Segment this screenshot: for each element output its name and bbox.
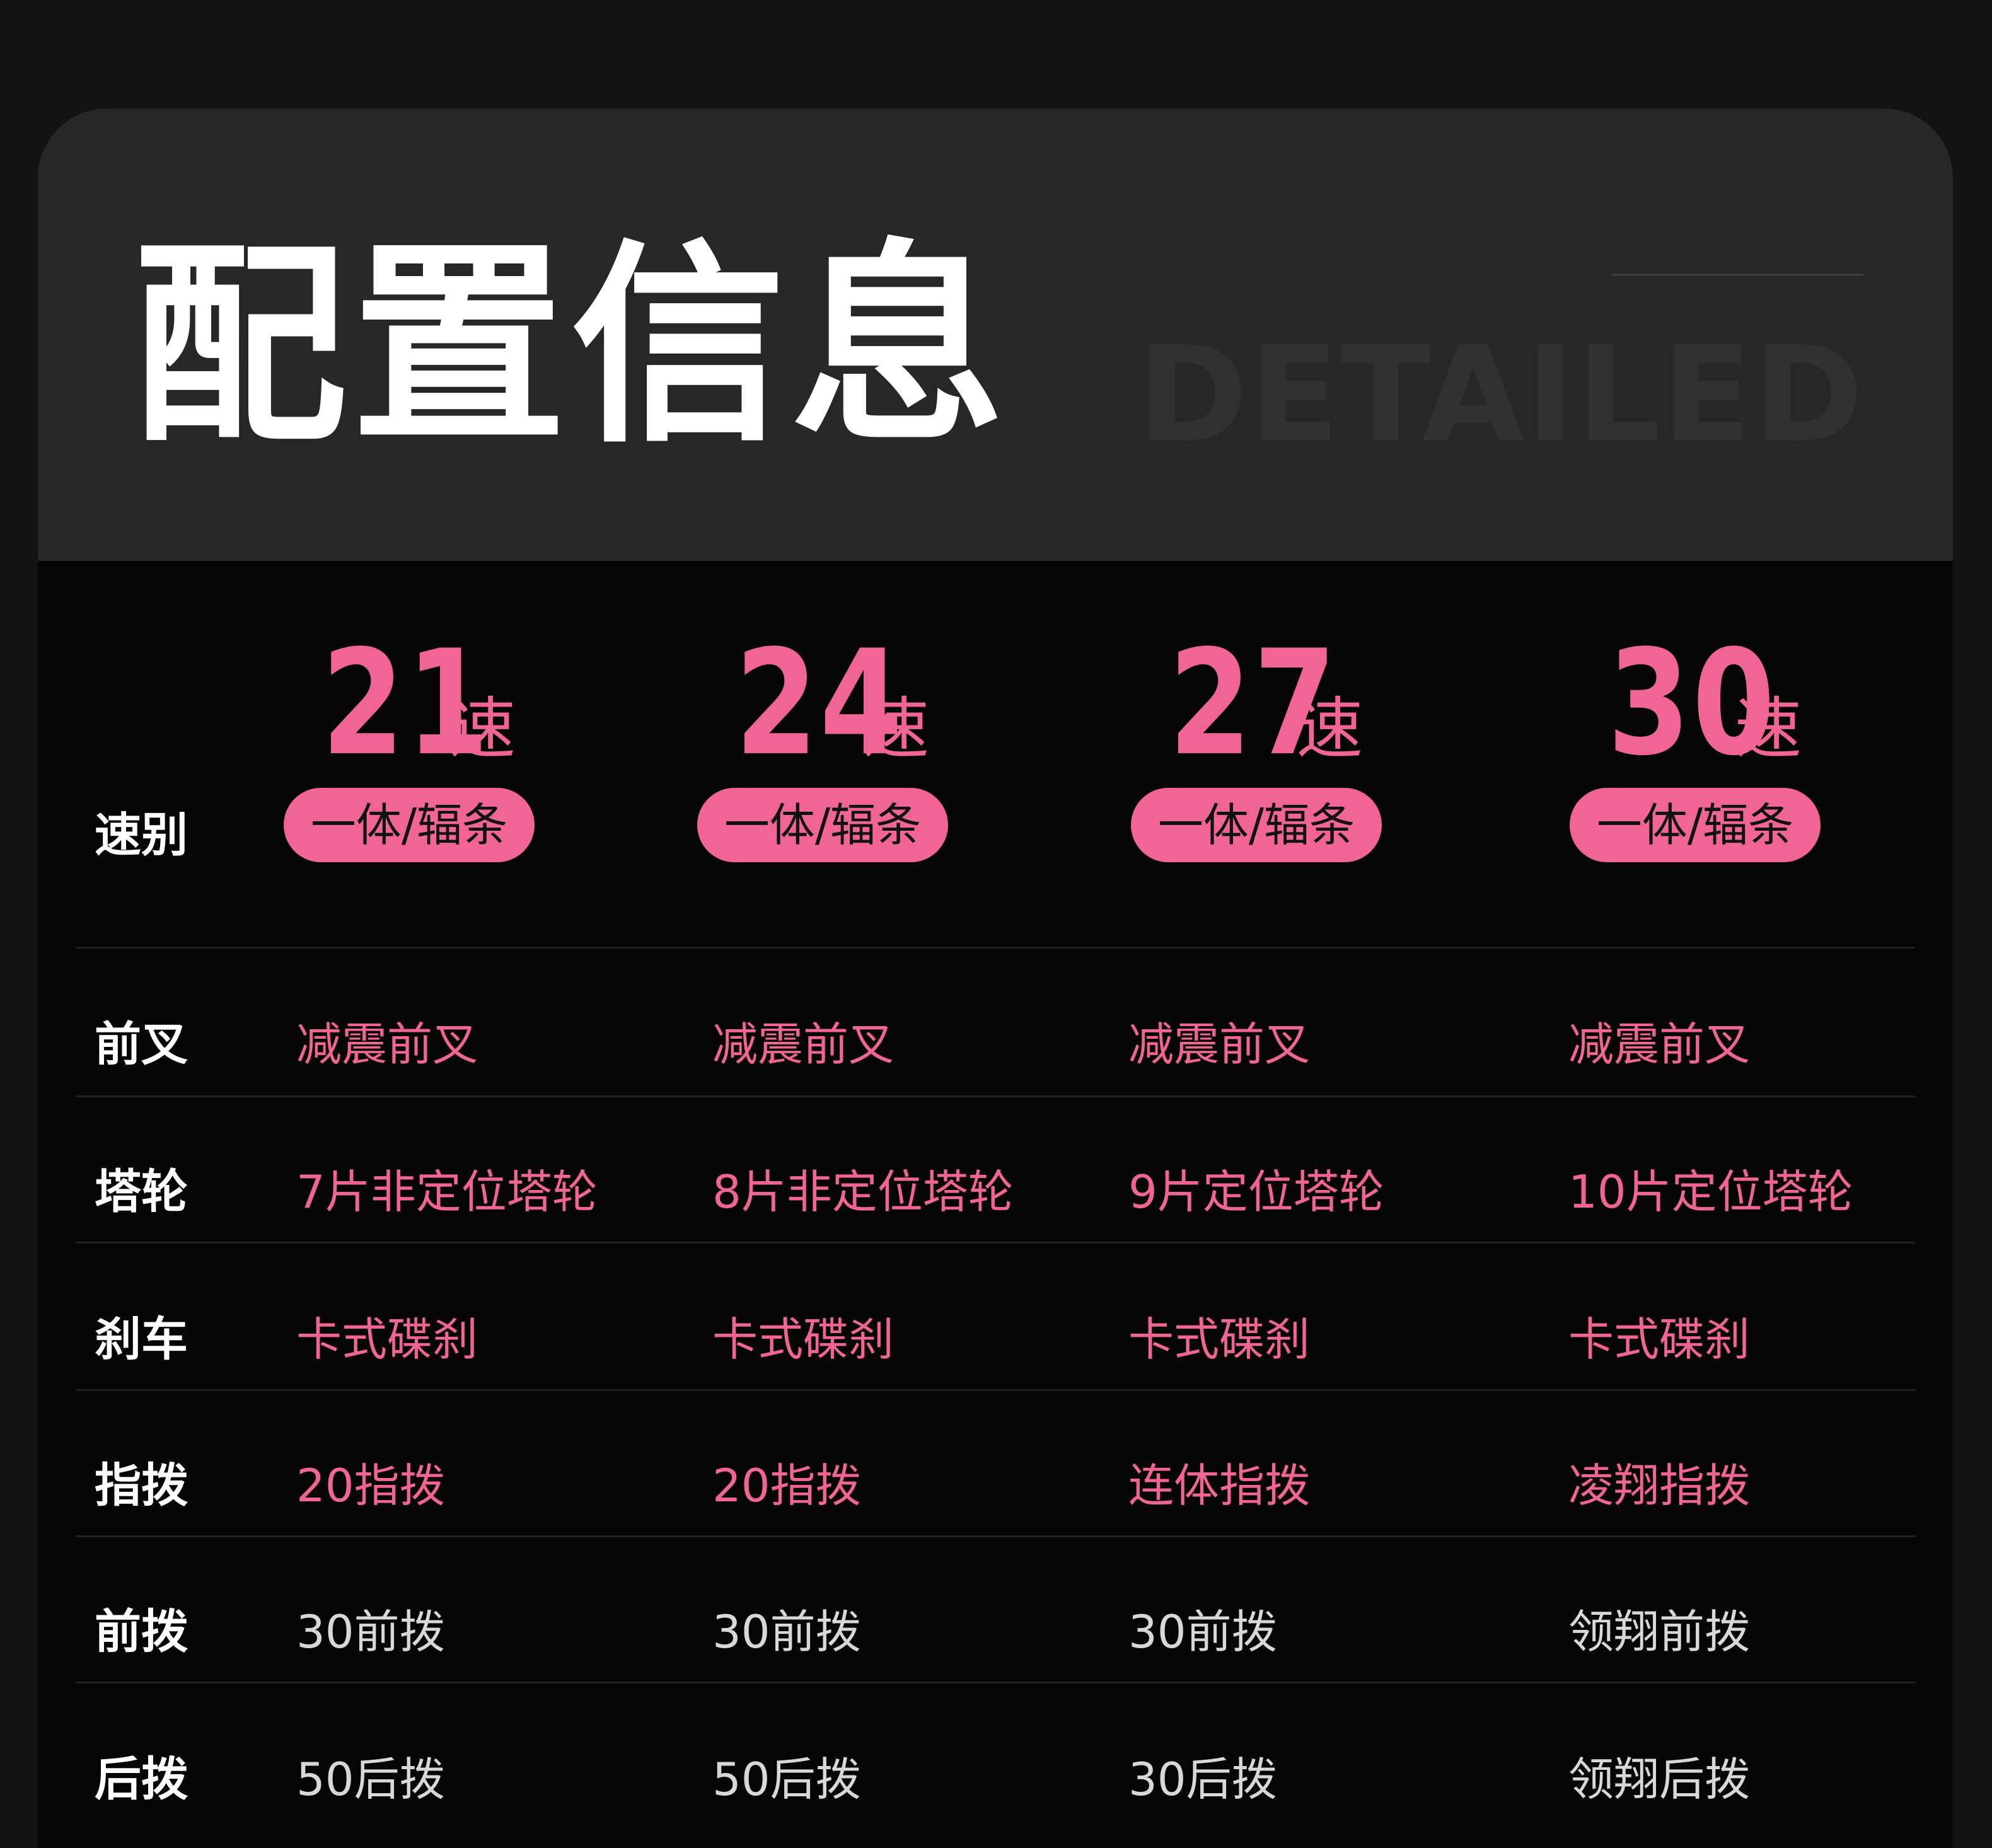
cell-front-derailleur-30: 领翔前拨 <box>1568 1605 1751 1658</box>
row-divider <box>76 1242 1915 1244</box>
cell-brake-24: 卡式碟刹 <box>712 1313 895 1366</box>
row-divider <box>76 1535 1915 1537</box>
cell-rear-derailleur-21: 50后拨 <box>296 1753 445 1806</box>
cell-cassette-27: 9片定位塔轮 <box>1128 1165 1384 1218</box>
cell-cassette-24: 8片非定位塔轮 <box>712 1165 1014 1218</box>
speed-tag-pill: 一体/辐条 <box>697 788 948 862</box>
row-divider <box>76 947 1915 949</box>
speed-col-3: 27 速 一体/辐条 <box>1131 625 1446 865</box>
row-divider <box>76 1095 1915 1097</box>
cell-fork-24: 减震前叉 <box>712 1018 895 1071</box>
row-label-shifter: 指拨 <box>95 1458 188 1513</box>
cell-rear-derailleur-27: 30后拨 <box>1128 1753 1277 1806</box>
speed-unit: 速 <box>1296 690 1363 768</box>
cell-front-derailleur-27: 30前拨 <box>1128 1605 1277 1658</box>
speed-col-4: 30 速 一体/辐条 <box>1570 625 1885 865</box>
header-decor-line <box>1611 274 1863 276</box>
cell-fork-27: 减震前叉 <box>1128 1018 1311 1071</box>
speed-label: 速别 <box>95 808 188 862</box>
speed-col-1: 21 速 一体/辐条 <box>284 625 599 865</box>
speed-unit: 速 <box>862 690 929 768</box>
cell-rear-derailleur-24: 50后拨 <box>712 1753 861 1806</box>
speed-col-2: 24 速 一体/辐条 <box>697 625 1012 865</box>
cell-brake-30: 卡式碟刹 <box>1568 1313 1751 1366</box>
speed-unit: 速 <box>449 690 516 768</box>
header-panel: 配置信息 DETAILED <box>38 108 1953 561</box>
cell-front-derailleur-21: 30前拨 <box>296 1605 445 1658</box>
row-label-cassette: 塔轮 <box>95 1165 188 1219</box>
cell-shifter-21: 20指拨 <box>296 1459 445 1512</box>
cell-fork-21: 减震前叉 <box>296 1018 478 1071</box>
cell-shifter-30: 凌翔指拨 <box>1568 1459 1751 1512</box>
cell-rear-derailleur-30: 领翔后拨 <box>1568 1753 1751 1806</box>
row-label-brake: 刹车 <box>95 1312 188 1366</box>
cell-brake-27: 卡式碟刹 <box>1128 1313 1311 1366</box>
cell-cassette-21: 7片非定位塔轮 <box>296 1165 598 1218</box>
config-card: 配置信息 DETAILED 速别 21 速 一体/辐条 24 速 一体/辐条 2… <box>38 108 1953 1848</box>
cell-brake-21: 卡式碟刹 <box>296 1313 478 1366</box>
cell-front-derailleur-24: 30前拨 <box>712 1605 861 1658</box>
row-divider <box>76 1682 1915 1683</box>
speed-tag-pill: 一体/辐条 <box>284 788 535 862</box>
speed-tag-pill: 一体/辐条 <box>1570 788 1821 862</box>
speed-unit: 速 <box>1735 690 1802 768</box>
speed-tag-pill: 一体/辐条 <box>1131 788 1382 862</box>
page-title: 配置信息 <box>132 222 1010 471</box>
page-subtitle: DETAILED <box>1138 318 1865 472</box>
row-divider <box>76 1389 1915 1391</box>
cell-fork-30: 减震前叉 <box>1568 1018 1751 1071</box>
row-label-front-derailleur: 前拨 <box>95 1605 188 1659</box>
cell-shifter-24: 20指拨 <box>712 1459 861 1512</box>
cell-shifter-27: 连体指拨 <box>1128 1459 1311 1512</box>
row-label-fork: 前叉 <box>95 1017 188 1071</box>
row-label-rear-derailleur: 后拨 <box>95 1752 188 1806</box>
cell-cassette-30: 10片定位塔轮 <box>1568 1165 1853 1218</box>
